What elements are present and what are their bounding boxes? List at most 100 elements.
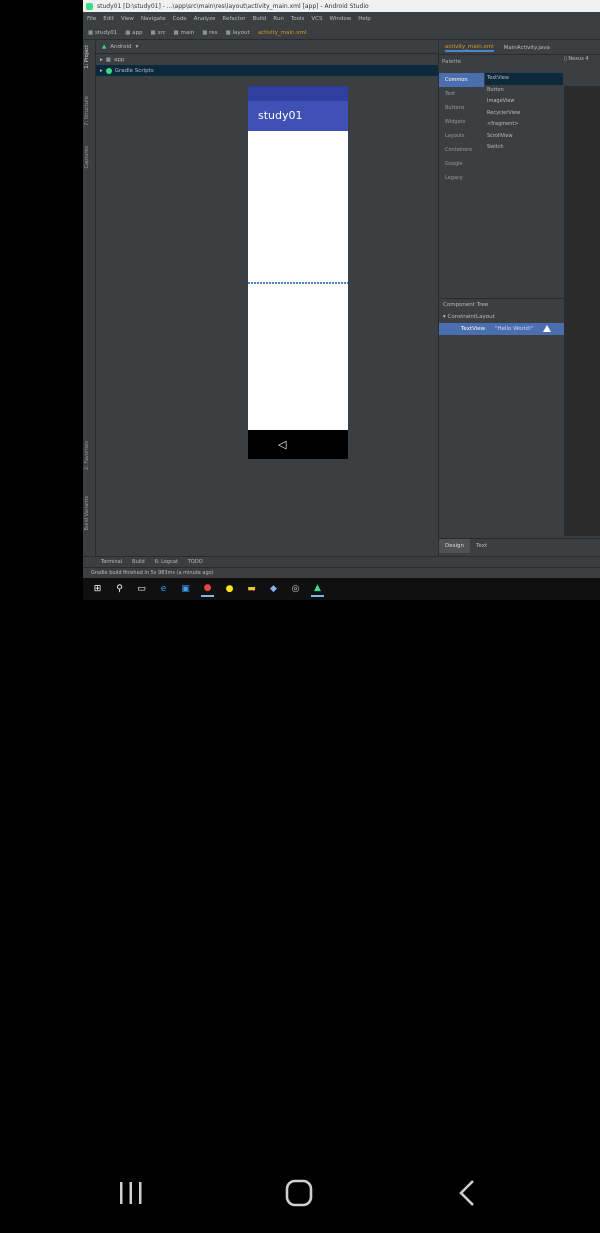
menu-run[interactable]: Run <box>273 16 284 22</box>
chevron-down-icon: ▾ <box>135 44 139 50</box>
device-label: Nexus 4 <box>568 56 589 62</box>
tree-item-label: app <box>113 56 125 63</box>
breadcrumb-item[interactable]: study01 <box>88 30 117 36</box>
selected-textview-outline <box>248 282 348 284</box>
palette-categories: Common Text Buttons Widgets Layouts Cont… <box>439 73 484 185</box>
widget-fragment[interactable]: <fragment> <box>485 119 563 131</box>
device-selector[interactable]: ▯ Nexus 4 <box>564 56 589 62</box>
palette-widgets: TextView Button ImageView RecyclerView <… <box>485 73 563 154</box>
tool-logcat[interactable]: 6: Logcat <box>155 559 178 565</box>
category-containers[interactable]: Containers <box>439 143 484 157</box>
tool-window-bar: Terminal Build 6: Logcat TODO <box>83 556 600 567</box>
category-buttons[interactable]: Buttons <box>439 101 484 115</box>
menu-tools[interactable]: Tools <box>291 16 305 22</box>
home-icon <box>285 1179 313 1207</box>
category-widgets[interactable]: Widgets <box>439 115 484 129</box>
tool-build[interactable]: Build <box>132 559 145 565</box>
tab-text[interactable]: Text <box>470 539 493 553</box>
tab-favorites[interactable]: 2: Favorites <box>84 441 90 470</box>
preview-status-bar <box>248 86 348 101</box>
category-legacy[interactable]: Legacy <box>439 171 484 185</box>
widget-switch[interactable]: Switch <box>485 142 563 154</box>
tab-project[interactable]: 1: Project <box>84 45 90 69</box>
tree-node-label: TextView <box>461 326 486 332</box>
recent-apps-button[interactable] <box>91 1160 171 1226</box>
home-button[interactable] <box>259 1160 339 1226</box>
explorer-icon[interactable]: ▬ <box>245 583 258 596</box>
back-icon <box>459 1180 474 1206</box>
kakaotalk-icon[interactable]: ● <box>223 583 236 596</box>
tree-item-label: Gradle Scripts <box>114 67 154 74</box>
category-common[interactable]: Common <box>439 73 484 87</box>
breadcrumb-item[interactable]: app <box>125 30 142 36</box>
breadcrumb-item[interactable]: main <box>174 30 194 36</box>
chrome-icon[interactable]: ● <box>201 582 214 597</box>
back-button[interactable] <box>427 1160 507 1226</box>
widget-imageview[interactable]: ImageView <box>485 96 563 108</box>
windows-taskbar: ⊞ ⚲ ▭ e ▣ ● ● ▬ ◆ ◎ ▲ <box>83 578 600 600</box>
android-navigation-bar <box>0 1160 600 1226</box>
chevron-right-icon: ▸ <box>100 67 103 74</box>
obs-icon[interactable]: ◎ <box>289 583 302 596</box>
menu-window[interactable]: Window <box>330 16 352 22</box>
window-titlebar: study01 [D:\study01] - ...\app\src\main\… <box>83 0 600 12</box>
tool-todo[interactable]: TODO <box>188 559 203 565</box>
menu-navigate[interactable]: Navigate <box>141 16 166 22</box>
recent-apps-icon <box>120 1182 142 1204</box>
editor-tabs: activity_main.xml MainActivity.java <box>439 41 600 55</box>
menu-vcs[interactable]: VCS <box>311 16 322 22</box>
chevron-right-icon: ▸ <box>100 56 103 63</box>
paint-icon[interactable]: ◆ <box>267 583 280 596</box>
menu-build[interactable]: Build <box>252 16 266 22</box>
widget-recyclerview[interactable]: RecyclerView <box>485 108 563 120</box>
widget-button[interactable]: Button <box>485 85 563 97</box>
project-view-selector[interactable]: ▲ Android ▾ <box>96 41 438 54</box>
tree-item-gradle-scripts[interactable]: ▸ Gradle Scripts <box>96 65 438 76</box>
category-text[interactable]: Text <box>439 87 484 101</box>
menu-view[interactable]: View <box>121 16 134 22</box>
tab-structure[interactable]: 7: Structure <box>84 96 90 126</box>
desktop-screenshot: study01 [D:\study01] - ...\app\src\main\… <box>83 0 600 600</box>
menu-refactor[interactable]: Refactor <box>222 16 245 22</box>
widget-textview[interactable]: TextView <box>485 73 563 85</box>
category-google[interactable]: Google <box>439 157 484 171</box>
menu-help[interactable]: Help <box>358 16 371 22</box>
tab-build-variants[interactable]: Build Variants <box>84 496 90 530</box>
device-preview[interactable]: study01 ◁ <box>248 86 348 459</box>
warning-icon <box>543 325 552 332</box>
category-layouts[interactable]: Layouts <box>439 129 484 143</box>
breadcrumb-item[interactable]: layout <box>226 30 250 36</box>
tab-activity-main-xml[interactable]: activity_main.xml <box>445 44 494 52</box>
palette-panel: Palette Common Text Buttons Widgets Layo… <box>439 56 564 336</box>
menu-analyze[interactable]: Analyze <box>194 16 216 22</box>
android-studio-icon[interactable]: ▲ <box>311 582 324 597</box>
widget-scrollview[interactable]: ScrollView <box>485 131 563 143</box>
tab-mainactivity-java[interactable]: MainActivity.java <box>504 45 550 51</box>
breadcrumb-item[interactable]: res <box>202 30 217 36</box>
design-toolbar: ▯ Nexus 4 <box>564 56 600 86</box>
tool-terminal[interactable]: Terminal <box>101 559 122 565</box>
edge-icon[interactable]: e <box>157 583 170 596</box>
tab-captures[interactable]: Captures <box>84 146 90 169</box>
gradle-icon <box>105 67 112 74</box>
palette-title: Palette <box>442 59 462 65</box>
windows-icon[interactable]: ⊞ <box>91 583 104 596</box>
design-canvas[interactable] <box>564 86 600 536</box>
android-studio-logo-icon <box>86 2 93 10</box>
breadcrumb-item[interactable]: src <box>151 30 165 36</box>
menu-code[interactable]: Code <box>173 16 187 22</box>
task-view-icon[interactable]: ▭ <box>135 583 148 596</box>
tab-design[interactable]: Design <box>439 539 470 553</box>
folder-icon: ■ <box>105 56 111 63</box>
window-title: study01 [D:\study01] - ...\app\src\main\… <box>97 2 369 10</box>
menu-file[interactable]: File <box>87 16 96 22</box>
tree-item-app[interactable]: ▸ ■ app <box>96 54 438 65</box>
android-icon: ▲ <box>102 44 107 50</box>
menu-bar: File Edit View Navigate Code Analyze Ref… <box>83 12 600 25</box>
breadcrumb-item[interactable]: activity_main.xml <box>258 30 307 36</box>
menu-edit[interactable]: Edit <box>103 16 114 22</box>
tree-node-constraintlayout[interactable]: ▾ ConstraintLayout <box>439 311 564 323</box>
search-icon[interactable]: ⚲ <box>113 583 126 596</box>
store-icon[interactable]: ▣ <box>179 583 192 596</box>
tree-node-textview[interactable]: TextView "Hello World!" <box>439 323 564 335</box>
